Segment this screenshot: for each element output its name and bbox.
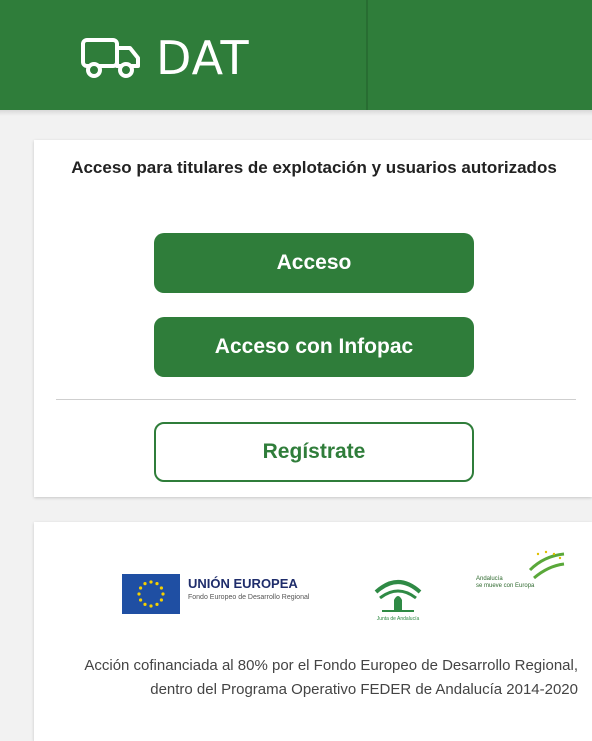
login-card: Acceso para titulares de explotación y u… (34, 140, 592, 497)
eu-subtitle: Fondo Europeo de Desarrollo Regional (188, 594, 310, 601)
register-button[interactable]: Regístrate (154, 422, 474, 482)
header-shadow (0, 110, 592, 116)
svg-text:Andalucía: Andalucía (476, 576, 503, 582)
app-title: DAT (156, 31, 250, 85)
sponsor-logos: UNIÓN EUROPEA Fondo Europeo de Desarroll… (122, 542, 582, 622)
eu-title: UNIÓN EUROPEA (188, 576, 298, 591)
login-title: Acceso para titulares de explotación y u… (71, 158, 557, 177)
sponsor-card: UNIÓN EUROPEA Fondo Europeo de Desarroll… (34, 522, 592, 741)
infopac-access-button[interactable]: Acceso con Infopac (154, 317, 474, 377)
access-button[interactable]: Acceso (154, 233, 474, 293)
funding-description: Acción cofinanciada al 80% por el Fondo … (84, 657, 578, 698)
svg-text:Junta de Andalucía: Junta de Andalucía (377, 616, 420, 622)
separator (56, 399, 576, 400)
andalucia-europa-logo: Andalucía se mueve con Europa (476, 550, 565, 589)
eu-flag-icon (122, 574, 180, 614)
app-header: DAT (0, 0, 592, 110)
brand[interactable]: DAT (80, 30, 250, 86)
svg-text:se mueve con Europa: se mueve con Europa (476, 583, 535, 589)
header-divider (366, 0, 368, 110)
truck-icon (81, 38, 140, 78)
junta-andalucia-logo: Junta de Andalucía (374, 580, 422, 622)
